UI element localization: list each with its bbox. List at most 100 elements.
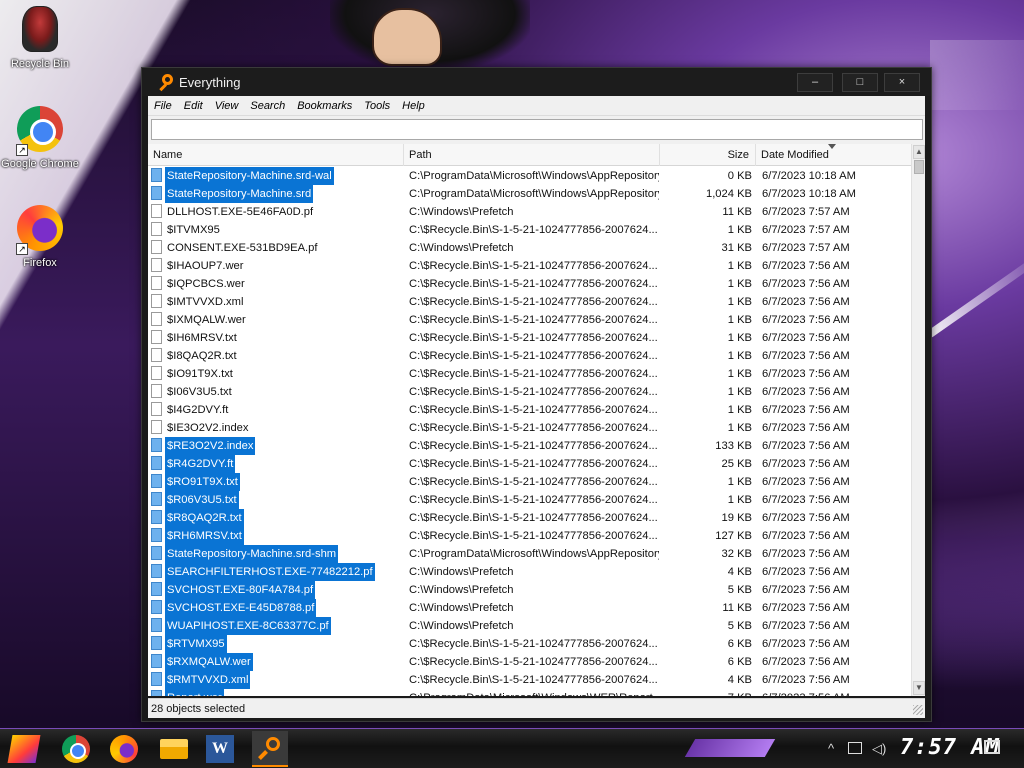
file-name: WUAPIHOST.EXE-8C63377C.pf	[165, 617, 331, 635]
table-row[interactable]: CONSENT.EXE-531BD9EA.pf C:\Windows\Prefet…	[148, 239, 911, 257]
file-icon	[151, 330, 162, 344]
cell-size: 25 KB	[721, 458, 752, 470]
file-name: $IH6MRSV.txt	[167, 332, 237, 344]
file-icon	[151, 240, 162, 254]
window-titlebar[interactable]: Everything – □ ×	[142, 68, 931, 96]
maximize-button[interactable]: □	[842, 73, 878, 92]
cell-path: C:\$Recycle.Bin\S-1-5-21-1024777856-2007…	[409, 656, 658, 668]
table-row[interactable]: $I8QAQ2R.txt C:\$Recycle.Bin\S-1-5-21-102…	[148, 347, 911, 365]
menu-bookmarks[interactable]: Bookmarks	[291, 96, 358, 116]
desktop-icon-recycle-bin[interactable]: Recycle Bin	[0, 6, 80, 70]
file-name: $IE3O2V2.index	[167, 422, 249, 434]
table-row[interactable]: $IH6MRSV.txt C:\$Recycle.Bin\S-1-5-21-102…	[148, 329, 911, 347]
cell-size: 4 KB	[727, 566, 752, 578]
table-row[interactable]: Report.wer C:\ProgramData\Microsoft\Windo…	[148, 689, 911, 696]
table-row[interactable]: StateRepository-Machine.srd-wal C:\Progra…	[148, 167, 911, 185]
table-row[interactable]: $IO91T9X.txt C:\$Recycle.Bin\S-1-5-21-102…	[148, 365, 911, 383]
table-row[interactable]: $I4G2DVY.ft C:\$Recycle.Bin\S-1-5-21-1024…	[148, 401, 911, 419]
cell-path: C:\$Recycle.Bin\S-1-5-21-1024777856-2007…	[409, 350, 658, 362]
close-button[interactable]: ×	[884, 73, 920, 92]
column-header-path[interactable]: Path	[404, 144, 660, 166]
minimize-button[interactable]: –	[797, 73, 833, 92]
cell-size: 11 KB	[722, 206, 752, 218]
file-name: DLLHOST.EXE-5E46FA0D.pf	[167, 206, 314, 218]
cell-path: C:\$Recycle.Bin\S-1-5-21-1024777856-2007…	[409, 638, 658, 650]
cell-path: C:\$Recycle.Bin\S-1-5-21-1024777856-2007…	[409, 458, 658, 470]
menu-view[interactable]: View	[209, 96, 245, 116]
menu-search[interactable]: Search	[244, 96, 291, 116]
table-row[interactable]: $R8QAQ2R.txt C:\$Recycle.Bin\S-1-5-21-102…	[148, 509, 911, 527]
network-icon[interactable]	[848, 742, 862, 754]
menu-help[interactable]: Help	[396, 96, 431, 116]
menu-tools[interactable]: Tools	[358, 96, 396, 116]
cell-name: $R06V3U5.txt	[151, 491, 401, 509]
table-row[interactable]: StateRepository-Machine.srd-shm C:\Progra…	[148, 545, 911, 563]
menu-edit[interactable]: Edit	[178, 96, 209, 116]
notification-icon[interactable]	[984, 740, 1000, 754]
table-row[interactable]: $IHAOUP7.wer C:\$Recycle.Bin\S-1-5-21-102…	[148, 257, 911, 275]
taskbar-everything-icon[interactable]	[252, 731, 288, 767]
table-row[interactable]: $IQPCBCS.wer C:\$Recycle.Bin\S-1-5-21-102…	[148, 275, 911, 293]
cell-date-modified: 6/7/2023 7:56 AM	[762, 314, 850, 326]
cell-name: SVCHOST.EXE-E45D8788.pf	[151, 599, 401, 617]
cell-date-modified: 6/7/2023 10:18 AM	[762, 188, 856, 200]
desktop-icon-firefox[interactable]: ↗ Firefox	[0, 205, 80, 269]
table-row[interactable]: $I06V3U5.txt C:\$Recycle.Bin\S-1-5-21-102…	[148, 383, 911, 401]
table-row[interactable]: $RH6MRSV.txt C:\$Recycle.Bin\S-1-5-21-102…	[148, 527, 911, 545]
table-row[interactable]: $RO91T9X.txt C:\$Recycle.Bin\S-1-5-21-102…	[148, 473, 911, 491]
table-row[interactable]: $RTVMX95 C:\$Recycle.Bin\S-1-5-21-1024777…	[148, 635, 911, 653]
table-row[interactable]: $ITVMX95 C:\$Recycle.Bin\S-1-5-21-1024777…	[148, 221, 911, 239]
file-name: $I4G2DVY.ft	[167, 404, 229, 416]
desktop-icon-google-chrome[interactable]: ↗ Google Chrome	[0, 106, 80, 170]
table-row[interactable]: DLLHOST.EXE-5E46FA0D.pf C:\Windows\Prefet…	[148, 203, 911, 221]
table-row[interactable]: SVCHOST.EXE-80F4A784.pf C:\Windows\Prefet…	[148, 581, 911, 599]
file-name: $RH6MRSV.txt	[165, 527, 244, 545]
table-row[interactable]: $RE3O2V2.index C:\$Recycle.Bin\S-1-5-21-1…	[148, 437, 911, 455]
table-row[interactable]: $R4G2DVY.ft C:\$Recycle.Bin\S-1-5-21-1024…	[148, 455, 911, 473]
table-row[interactable]: $RMTVVXD.xml C:\$Recycle.Bin\S-1-5-21-102…	[148, 671, 911, 689]
column-header-size[interactable]: Size	[660, 144, 756, 166]
file-icon	[151, 276, 162, 290]
scroll-up-button[interactable]: ▲	[913, 145, 925, 159]
file-icon	[151, 492, 162, 506]
table-row[interactable]: SEARCHFILTERHOST.EXE-77482212.pf C:\Windo…	[148, 563, 911, 581]
cell-size: 1 KB	[727, 296, 752, 308]
file-icon	[151, 438, 162, 452]
cell-name: SVCHOST.EXE-80F4A784.pf	[151, 581, 401, 599]
start-icon[interactable]	[7, 735, 41, 763]
table-row[interactable]: $IMTVVXD.xml C:\$Recycle.Bin\S-1-5-21-102…	[148, 293, 911, 311]
cell-date-modified: 6/7/2023 7:57 AM	[762, 206, 850, 218]
file-name: $IO91T9X.txt	[167, 368, 233, 380]
table-row[interactable]: $IE3O2V2.index C:\$Recycle.Bin\S-1-5-21-1…	[148, 419, 911, 437]
tray-chevron-icon[interactable]: ^	[828, 741, 834, 756]
table-row[interactable]: WUAPIHOST.EXE-8C63377C.pf C:\Windows\Pref…	[148, 617, 911, 635]
taskbar-chrome-icon[interactable]	[62, 735, 90, 763]
table-row[interactable]: SVCHOST.EXE-E45D8788.pf C:\Windows\Prefet…	[148, 599, 911, 617]
file-icon	[151, 366, 162, 380]
table-row[interactable]: $RXMQALW.wer C:\$Recycle.Bin\S-1-5-21-102…	[148, 653, 911, 671]
taskbar-word-icon[interactable]: W	[206, 735, 234, 763]
cell-date-modified: 6/7/2023 7:56 AM	[762, 674, 850, 686]
scrollbar-thumb[interactable]	[914, 160, 924, 174]
volume-icon[interactable]: ◁)	[872, 741, 886, 757]
table-row[interactable]: $IXMQALW.wer C:\$Recycle.Bin\S-1-5-21-102…	[148, 311, 911, 329]
cell-date-modified: 6/7/2023 10:18 AM	[762, 170, 856, 182]
cell-path: C:\$Recycle.Bin\S-1-5-21-1024777856-2007…	[409, 278, 658, 290]
cell-date-modified: 6/7/2023 7:56 AM	[762, 278, 850, 290]
table-row[interactable]: $R06V3U5.txt C:\$Recycle.Bin\S-1-5-21-102…	[148, 491, 911, 509]
desktop-icon-label: Recycle Bin	[10, 58, 70, 70]
vertical-scrollbar[interactable]: ▲ ▼	[911, 144, 925, 696]
scroll-down-button[interactable]: ▼	[913, 681, 925, 695]
table-row[interactable]: StateRepository-Machine.srd C:\ProgramDat…	[148, 185, 911, 203]
resize-grip-icon[interactable]	[913, 705, 923, 715]
search-input[interactable]	[151, 119, 923, 140]
cell-name: $I06V3U5.txt	[151, 383, 401, 401]
taskbar-firefox-icon[interactable]	[110, 735, 138, 763]
menu-file[interactable]: File	[148, 96, 178, 116]
window-title: Everything	[179, 75, 241, 90]
cell-path: C:\Windows\Prefetch	[409, 566, 514, 578]
column-header-name[interactable]: Name	[148, 144, 404, 166]
taskbar-explorer-icon[interactable]	[160, 739, 188, 759]
cell-name: $IMTVVXD.xml	[151, 293, 401, 311]
status-text: 28 objects selected	[151, 703, 246, 715]
